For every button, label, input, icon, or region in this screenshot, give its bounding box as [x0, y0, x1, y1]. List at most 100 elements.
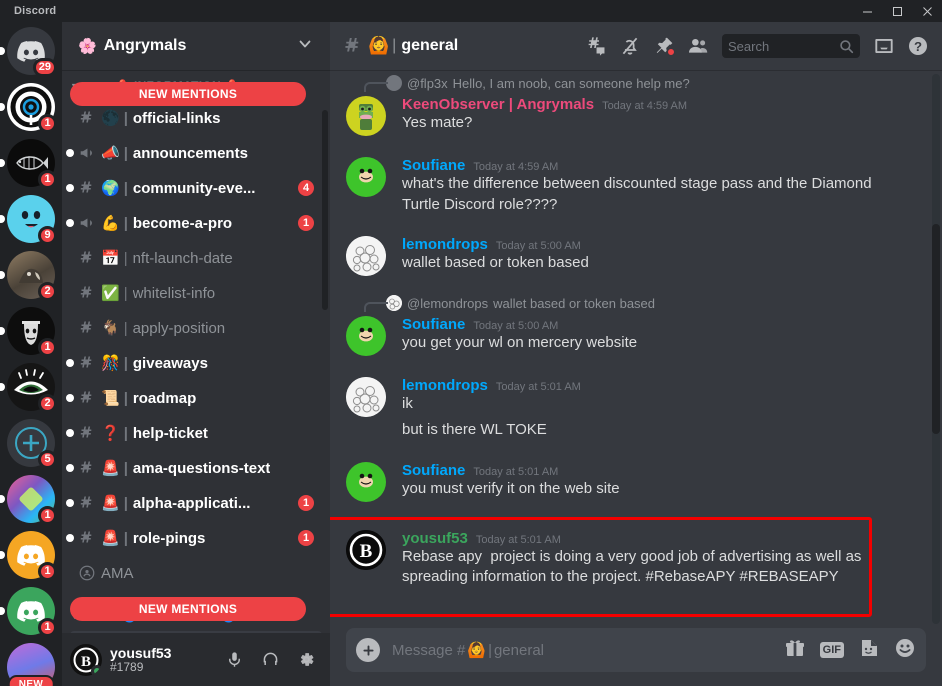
minimize-button[interactable] — [852, 0, 882, 22]
message-header: Soufiane Today at 5:01 AM — [402, 462, 916, 479]
server-icon-orange-discord-server[interactable]: 1 — [0, 531, 57, 581]
sidebar-item-become-a-pro[interactable]: 💪 | become-a-pro 1 — [66, 206, 322, 240]
headphones-icon[interactable] — [254, 644, 286, 676]
server-icon-gradient-server[interactable]: NEW — [7, 643, 55, 686]
chat-area: 🙆 | general Search ? @flp3x Hello, I am … — [330, 22, 942, 686]
sticker-icon[interactable] — [858, 637, 880, 664]
emoji-icon[interactable] — [894, 637, 916, 664]
channel-name: giveaways — [132, 354, 208, 372]
message-row-highlighted[interactable]: B yousuf53 Today at 5:01 AM Rebase apy p… — [330, 528, 928, 590]
message-timestamp: Today at 5:01 AM — [495, 381, 581, 394]
rail-scroll-track[interactable] — [0, 22, 3, 686]
message-row[interactable]: Soufiane Today at 5:01 AM you must verif… — [330, 460, 928, 504]
help-icon[interactable]: ? — [902, 30, 934, 62]
gift-icon[interactable] — [784, 637, 806, 664]
notification-bell-off-icon[interactable] — [614, 30, 646, 62]
reply-reference[interactable]: @flp3x Hello, I am noob, can someone hel… — [346, 74, 928, 92]
inbox-icon[interactable] — [868, 30, 900, 62]
message-author[interactable]: Soufiane — [402, 462, 465, 479]
channel-emoji: 💪 — [101, 214, 120, 232]
message-author[interactable]: lemondrops — [402, 236, 488, 253]
sidebar-item-apply-position[interactable]: 🐐 | apply-position — [70, 311, 322, 345]
sidebar-item-help-ticket[interactable]: ❓ | help-ticket — [66, 416, 322, 450]
avatar[interactable] — [346, 316, 386, 357]
sidebar-item-announcements[interactable]: 📣 | announcements — [66, 136, 322, 170]
gear-icon[interactable] — [290, 644, 322, 676]
server-rail[interactable]: 29 1 1 9 2 1 2 5 1 1 1 NEW — [0, 22, 62, 686]
user-identity[interactable]: yousuf53 #1789 — [110, 645, 171, 675]
user-discriminator: #1789 — [110, 659, 144, 674]
gif-icon[interactable]: GIF — [819, 641, 844, 659]
members-icon[interactable] — [682, 30, 714, 62]
server-icon-prism-server[interactable]: 1 — [0, 475, 57, 525]
threads-icon[interactable] — [580, 30, 612, 62]
chat-header-tools: Search ? — [580, 30, 934, 62]
message-header: KeenObserver | Angrymals Today at 4:59 A… — [402, 96, 916, 113]
separator: | — [123, 354, 128, 372]
server-icon-discord-home[interactable]: 29 — [0, 27, 57, 77]
server-icon-target-server[interactable]: 1 — [0, 83, 57, 133]
avatar[interactable] — [346, 236, 386, 277]
message-row[interactable]: Soufiane Today at 5:00 AM you get your w… — [330, 314, 928, 358]
sidebar-item-nft-launch-date[interactable]: 📅 | nft-launch-date — [70, 241, 322, 275]
message-row[interactable]: lemondrops Today at 5:00 AM wallet based… — [330, 234, 928, 278]
close-button[interactable] — [912, 0, 942, 22]
message-author[interactable]: lemondrops — [402, 377, 488, 394]
attach-icon[interactable] — [356, 638, 380, 662]
avatar[interactable]: B — [346, 529, 386, 570]
sidebar-scrollbar[interactable] — [322, 110, 328, 310]
sidebar-item-ama[interactable]: AMA — [70, 556, 322, 590]
avatar[interactable] — [346, 377, 386, 418]
sidebar-item-role-pings[interactable]: 🚨 | role-pings 1 — [66, 521, 322, 555]
message-row[interactable]: lemondrops Today at 5:01 AM ik but is th… — [330, 375, 928, 442]
message-body: yousuf53 Today at 5:01 AM Rebase apy pro… — [402, 530, 916, 588]
sidebar-item-alpha-applications[interactable]: 🚨 | alpha-applicati... 1 — [66, 486, 322, 520]
sidebar-item-official-links[interactable]: 🌑 | official-links — [70, 101, 322, 135]
microphone-icon[interactable] — [218, 644, 250, 676]
sidebar-item-giveaways[interactable]: 🎊 | giveaways — [66, 346, 322, 380]
page-title: general — [401, 37, 459, 54]
pin-icon[interactable] — [648, 30, 680, 62]
guild-header[interactable]: 🌸 Angrymals — [62, 22, 330, 70]
avatar[interactable] — [346, 96, 386, 136]
channel-list[interactable]: ▼ ~~~~ 📍 INFORMATION 📍 ~~~~ 🌑 | official… — [62, 70, 330, 633]
user-panel: B yousuf53 #1789 — [62, 633, 330, 686]
channel-emoji: 🌍 — [101, 179, 120, 197]
sidebar-item-whitelist-info[interactable]: ✅ | whitelist-info — [70, 276, 322, 310]
search-input[interactable]: Search — [722, 34, 860, 58]
sidebar-item-roadmap[interactable]: 📜 | roadmap — [66, 381, 322, 415]
reply-reference[interactable]: @lemondrops wallet based or token based — [346, 294, 928, 313]
message-row[interactable]: Soufiane Today at 4:59 AM what's the dif… — [330, 155, 928, 217]
message-scroll-container: @flp3x Hello, I am noob, can someone hel… — [330, 70, 942, 628]
avatar[interactable] — [346, 157, 386, 197]
server-icon-blue-face-server[interactable]: 9 — [0, 195, 57, 245]
message-timestamp: Today at 5:00 AM — [473, 320, 559, 333]
add-server-button[interactable]: 5 — [7, 419, 57, 469]
message-scrollbar-track[interactable] — [932, 74, 940, 624]
server-icon-mask-server[interactable]: 1 — [0, 307, 57, 357]
avatar[interactable] — [346, 461, 386, 502]
message-author[interactable]: Soufiane — [402, 157, 465, 174]
channel-name: official-links — [132, 109, 221, 127]
maximize-button[interactable] — [882, 0, 912, 22]
message-scrollbar-thumb[interactable] — [932, 224, 940, 434]
user-controls — [218, 644, 322, 676]
server-icon-eye-server[interactable]: 2 — [0, 363, 57, 413]
server-icon-green-discord-server[interactable]: 1 — [0, 587, 57, 637]
message-header: Soufiane Today at 5:00 AM — [402, 316, 916, 333]
sidebar-item-ama-questions-text[interactable]: 🚨 | ama-questions-text — [66, 451, 322, 485]
message-author[interactable]: yousuf53 — [402, 530, 468, 547]
message-author[interactable]: KeenObserver | Angrymals — [402, 96, 594, 113]
message-header: Soufiane Today at 4:59 AM — [402, 157, 916, 174]
avatar — [386, 295, 402, 312]
avatar[interactable]: B — [70, 643, 102, 676]
message-author[interactable]: Soufiane — [402, 316, 465, 333]
server-icon-fish-server[interactable]: 1 — [0, 139, 57, 189]
server-icon-wolf-server[interactable]: 2 — [0, 251, 57, 301]
new-mentions-banner-bottom[interactable]: NEW MENTIONS — [70, 597, 306, 621]
sidebar-item-community-events[interactable]: 🌍 | community-eve... 4 — [66, 171, 322, 205]
new-mentions-banner-top[interactable]: NEW MENTIONS — [70, 82, 306, 106]
composer-box[interactable]: Message # 🙆 | general GIF — [346, 628, 926, 672]
message-row[interactable]: KeenObserver | Angrymals Today at 4:59 A… — [330, 94, 928, 138]
message-list[interactable]: @flp3x Hello, I am noob, can someone hel… — [330, 70, 942, 628]
